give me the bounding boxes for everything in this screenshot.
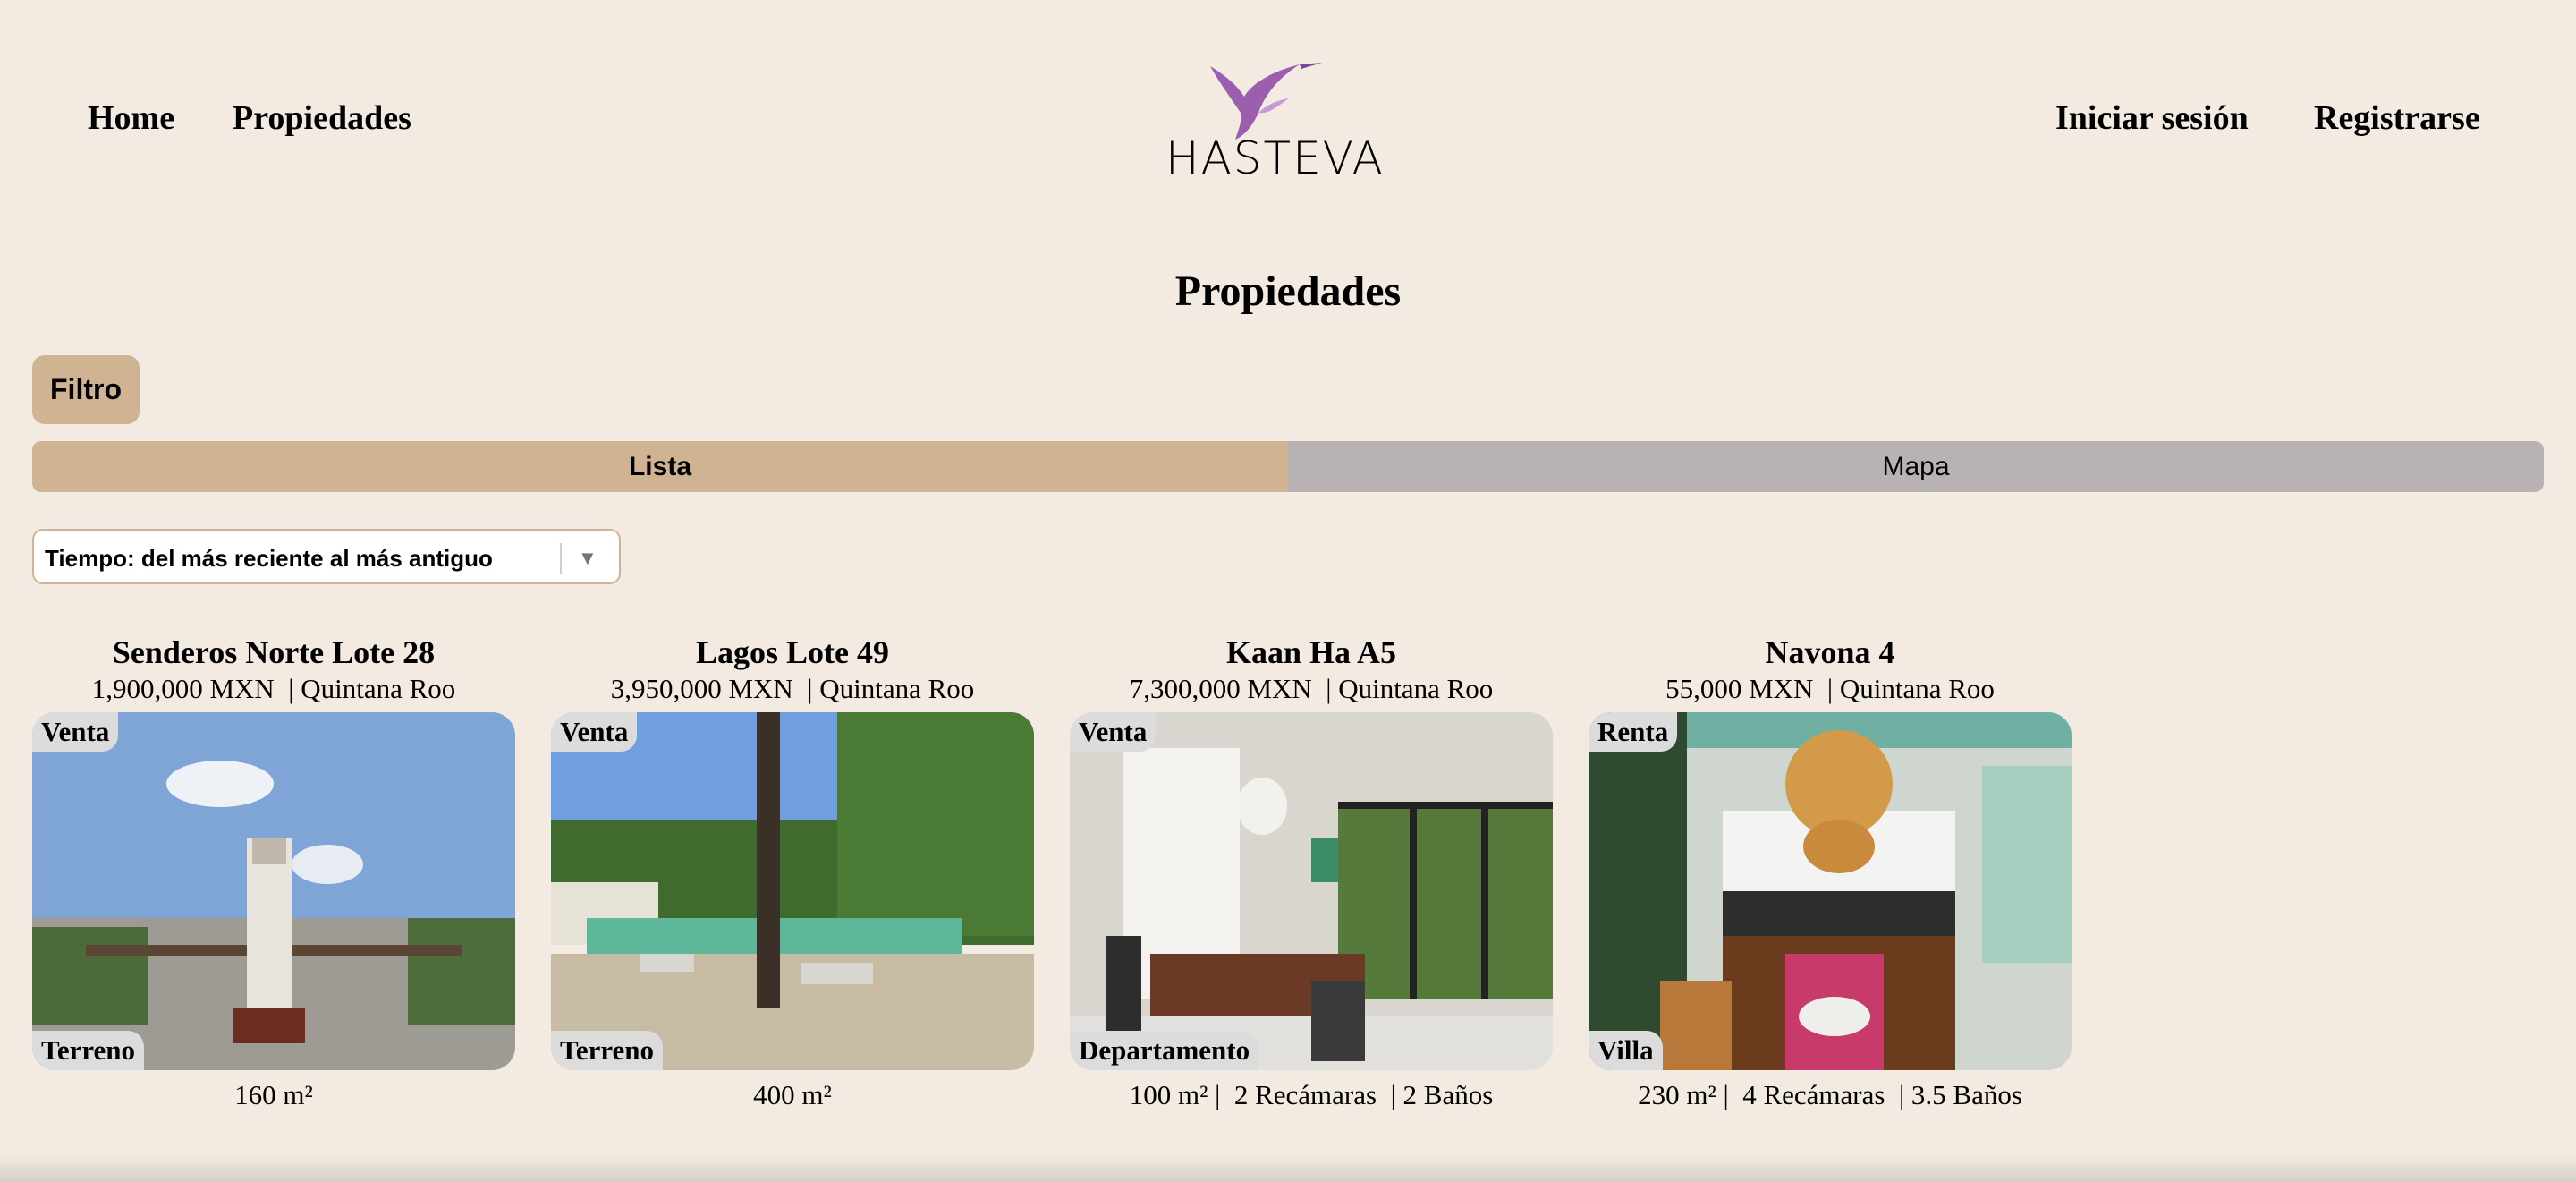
property-title[interactable]: Lagos Lote 49 [551, 634, 1034, 673]
nav-login-link[interactable]: Iniciar sesión [2055, 98, 2249, 138]
page-title: Propiedades [1174, 268, 1402, 315]
property-price: 7,300,000 MXN [1129, 673, 1312, 704]
property-details: 400 m² [551, 1079, 1034, 1111]
property-image[interactable]: Venta Departamento [1070, 712, 1553, 1070]
property-type-badge: Villa [1589, 1031, 1663, 1070]
property-price: 3,950,000 MXN [610, 673, 793, 704]
nav-register-link[interactable]: Registrarse [2314, 98, 2480, 138]
nav-home-link[interactable]: Home [88, 98, 174, 138]
sort-divider [560, 543, 562, 574]
property-title[interactable]: Senderos Norte Lote 28 [32, 634, 515, 673]
property-bedrooms: 2 Recámaras [1233, 1079, 1377, 1110]
property-price-location: 1,900,000 MXN | Quintana Roo [91, 673, 456, 704]
property-price-location: 3,950,000 MXN | Quintana Roo [610, 673, 975, 704]
property-card[interactable]: Lagos Lote 49 3,950,000 MXN | Quintana R… [551, 634, 1034, 1111]
property-bathrooms: 2 Baños [1402, 1079, 1494, 1110]
property-location: Quintana Roo [1338, 673, 1494, 704]
property-location: Quintana Roo [301, 673, 456, 704]
property-card[interactable]: Navona 4 55,000 MXN | Quintana Roo Renta… [1589, 634, 2072, 1111]
tab-map[interactable]: Mapa [1288, 441, 2544, 492]
property-location: Quintana Roo [819, 673, 975, 704]
property-bathrooms: 3.5 Baños [1911, 1079, 2022, 1110]
sort-selected-value: Tiempo: del más reciente al más antiguo [45, 545, 493, 572]
property-details: 100 m² | 2 Recámaras | 2 Baños [1129, 1079, 1494, 1110]
property-details: 230 m² | 4 Recámaras | 3.5 Baños [1638, 1079, 2022, 1110]
property-card[interactable]: Senderos Norte Lote 28 1,900,000 MXN | Q… [32, 634, 515, 1111]
property-area: 400 m² [753, 1079, 832, 1110]
property-price-location: 7,300,000 MXN | Quintana Roo [1129, 673, 1494, 704]
property-price: 1,900,000 MXN [91, 673, 275, 704]
operation-badge: Venta [1070, 712, 1157, 752]
logo-wordmark: HASTEVA [1165, 132, 1385, 184]
property-image[interactable]: Renta Villa [1589, 712, 2072, 1070]
property-area: 160 m² [234, 1079, 313, 1110]
bottom-shadow [0, 1155, 2576, 1182]
property-area: 230 m² [1638, 1079, 1716, 1110]
property-type-badge: Terreno [551, 1031, 664, 1070]
operation-badge: Renta [1589, 712, 1678, 752]
filter-button[interactable]: Filtro [32, 355, 140, 424]
property-title[interactable]: Kaan Ha A5 [1070, 634, 1553, 673]
property-card[interactable]: Kaan Ha A5 7,300,000 MXN | Quintana Roo … [1070, 634, 1553, 1111]
chevron-down-icon[interactable]: ▼ [578, 547, 597, 570]
property-title[interactable]: Navona 4 [1589, 634, 2072, 673]
tab-list[interactable]: Lista [32, 441, 1288, 492]
property-price-location: 55,000 MXN | Quintana Roo [1665, 673, 1995, 704]
property-area: 100 m² [1129, 1079, 1208, 1110]
operation-badge: Venta [32, 712, 119, 752]
property-location: Quintana Roo [1839, 673, 1995, 704]
nav-properties-link[interactable]: Propiedades [233, 98, 411, 138]
property-bedrooms: 4 Recámaras [1742, 1079, 1885, 1110]
property-image[interactable]: Venta Terreno [32, 712, 515, 1070]
property-type-badge: Terreno [32, 1031, 145, 1070]
property-type-badge: Departamento [1070, 1031, 1259, 1070]
property-price: 55,000 MXN [1665, 673, 1814, 704]
sort-select[interactable]: Tiempo: del más reciente al más antiguo … [32, 529, 621, 584]
operation-badge: Venta [551, 712, 638, 752]
property-image[interactable]: Venta Terreno [551, 712, 1034, 1070]
property-details: 160 m² [32, 1079, 515, 1111]
